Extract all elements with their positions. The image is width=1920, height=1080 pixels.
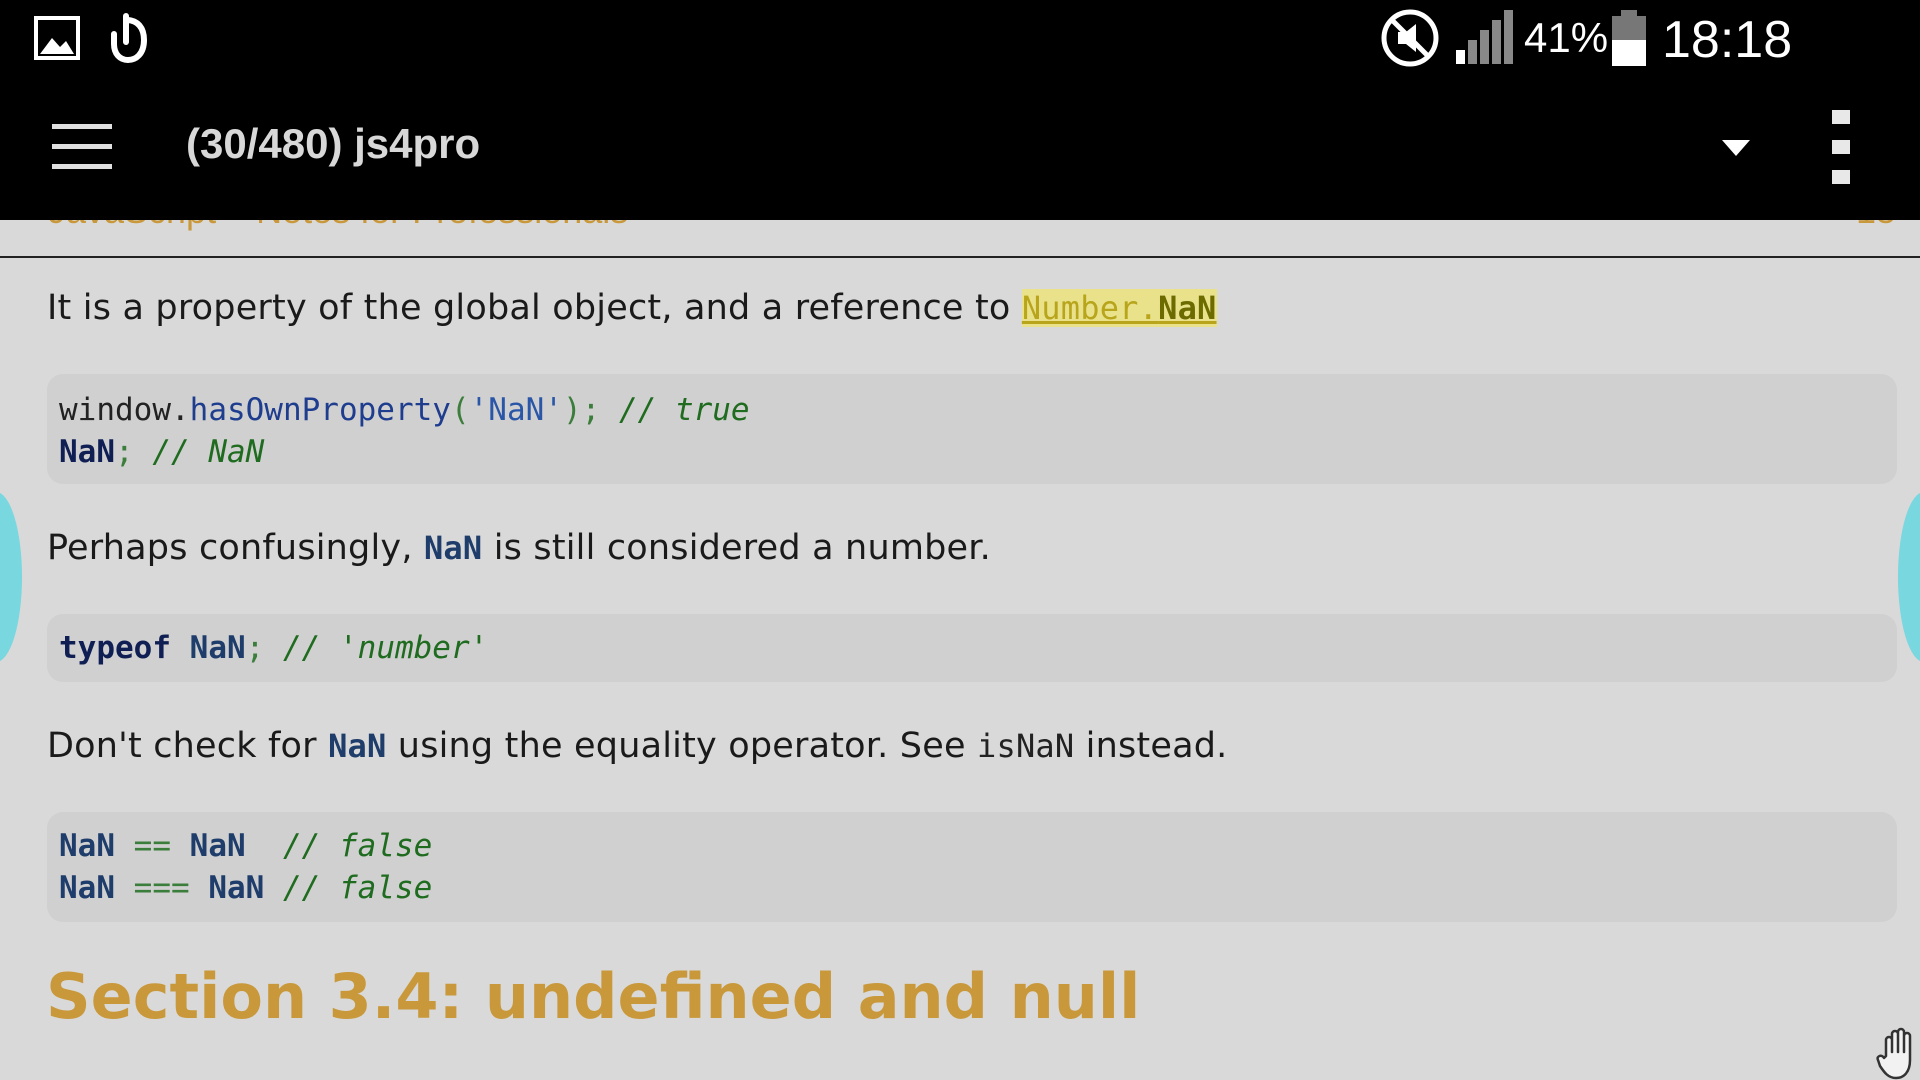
code-line: NaN; // NaN — [59, 434, 264, 470]
hamburger-menu-icon[interactable] — [52, 124, 112, 174]
code-comment: // false — [283, 828, 433, 864]
running-header: JavaScript – Notes for Professionals 15 — [0, 220, 1920, 258]
status-bar: 41% 18:18 — [0, 0, 1920, 80]
paragraph-text: Perhaps confusingly, — [47, 528, 424, 568]
code-comment: // 'number' — [283, 630, 489, 666]
code-token: ( — [450, 392, 470, 428]
code-token: === — [133, 870, 190, 906]
paragraph-confusingly: Perhaps confusingly, NaN is still consid… — [47, 528, 991, 568]
code-token: hasOwnProperty — [189, 392, 451, 428]
code-comment: // false — [283, 870, 433, 906]
code-token: 'NaN' — [469, 392, 563, 428]
document-title: (30/480) js4pro — [186, 120, 481, 167]
code-token: ; — [245, 630, 265, 666]
paragraph-equality: Don't check for NaN using the equality o… — [47, 726, 1227, 766]
inline-code: NaN — [328, 727, 387, 765]
battery-icon — [1612, 10, 1646, 66]
code-token: NaN — [189, 828, 246, 864]
signal-icon — [1456, 10, 1513, 64]
code-token: ); — [562, 392, 601, 428]
code-token: ; — [115, 434, 134, 470]
touch-icon — [111, 13, 148, 64]
section-heading: Section 3.4: undefined and null — [46, 960, 1141, 1033]
code-token: typeof — [59, 630, 171, 666]
code-token: == — [133, 828, 171, 864]
code-token: NaN — [208, 870, 265, 906]
inline-code: NaN — [423, 529, 483, 567]
code-line: typeof NaN; // 'number' — [59, 630, 488, 666]
page-edge-left-handle[interactable] — [0, 492, 22, 662]
code-comment: // NaN — [152, 434, 265, 470]
gallery-icon — [34, 16, 80, 60]
code-line: NaN == NaN // false — [59, 828, 432, 864]
battery-percent: 41% — [1524, 14, 1609, 61]
paragraph-text: Don't check for — [47, 726, 329, 766]
paragraph-nan-reference: It is a property of the global object, a… — [47, 288, 1217, 328]
paragraph-text: is still considered a number. — [482, 528, 991, 568]
pan-hand-icon[interactable] — [1876, 1026, 1920, 1080]
code-block-equality: NaN == NaN // false NaN === NaN // false — [47, 812, 1897, 922]
paragraph-text: using the equality operator. See — [386, 726, 978, 766]
overflow-menu-icon[interactable] — [1824, 110, 1860, 186]
code-block-hasownproperty: window.hasOwnProperty('NaN'); // true Na… — [47, 374, 1897, 484]
code-token: . — [170, 392, 190, 428]
dropdown-arrow-icon[interactable] — [1718, 132, 1754, 162]
code-token: NaN — [59, 828, 115, 864]
header-rule — [0, 256, 1920, 258]
code-line: NaN === NaN // false — [59, 870, 432, 906]
app-bar: (30/480) js4pro — [0, 80, 1920, 220]
number-nan-link[interactable]: Number.NaN — [1021, 289, 1217, 327]
code-token: NaN — [59, 870, 115, 906]
code-token: NaN — [59, 434, 115, 470]
clock: 18:18 — [1662, 11, 1793, 69]
code-line: window.hasOwnProperty('NaN'); // true — [59, 392, 750, 428]
code-token: window — [59, 392, 171, 428]
running-header-title: JavaScript – Notes for Professionals — [48, 220, 628, 232]
code-token: NaN — [189, 630, 246, 666]
paragraph-text: instead. — [1074, 726, 1228, 766]
page-edge-right-handle[interactable] — [1898, 492, 1920, 662]
paragraph-text: It is a property of the global object, a… — [47, 288, 1022, 328]
code-block-typeof: typeof NaN; // 'number' — [47, 614, 1897, 682]
inline-code-isnan: isNaN — [977, 727, 1075, 765]
mute-icon — [1381, 9, 1439, 67]
page-number: 15 — [1856, 220, 1896, 232]
link-name: NaN — [1158, 289, 1217, 327]
link-prefix: Number. — [1021, 289, 1159, 327]
code-comment: // true — [618, 392, 750, 428]
